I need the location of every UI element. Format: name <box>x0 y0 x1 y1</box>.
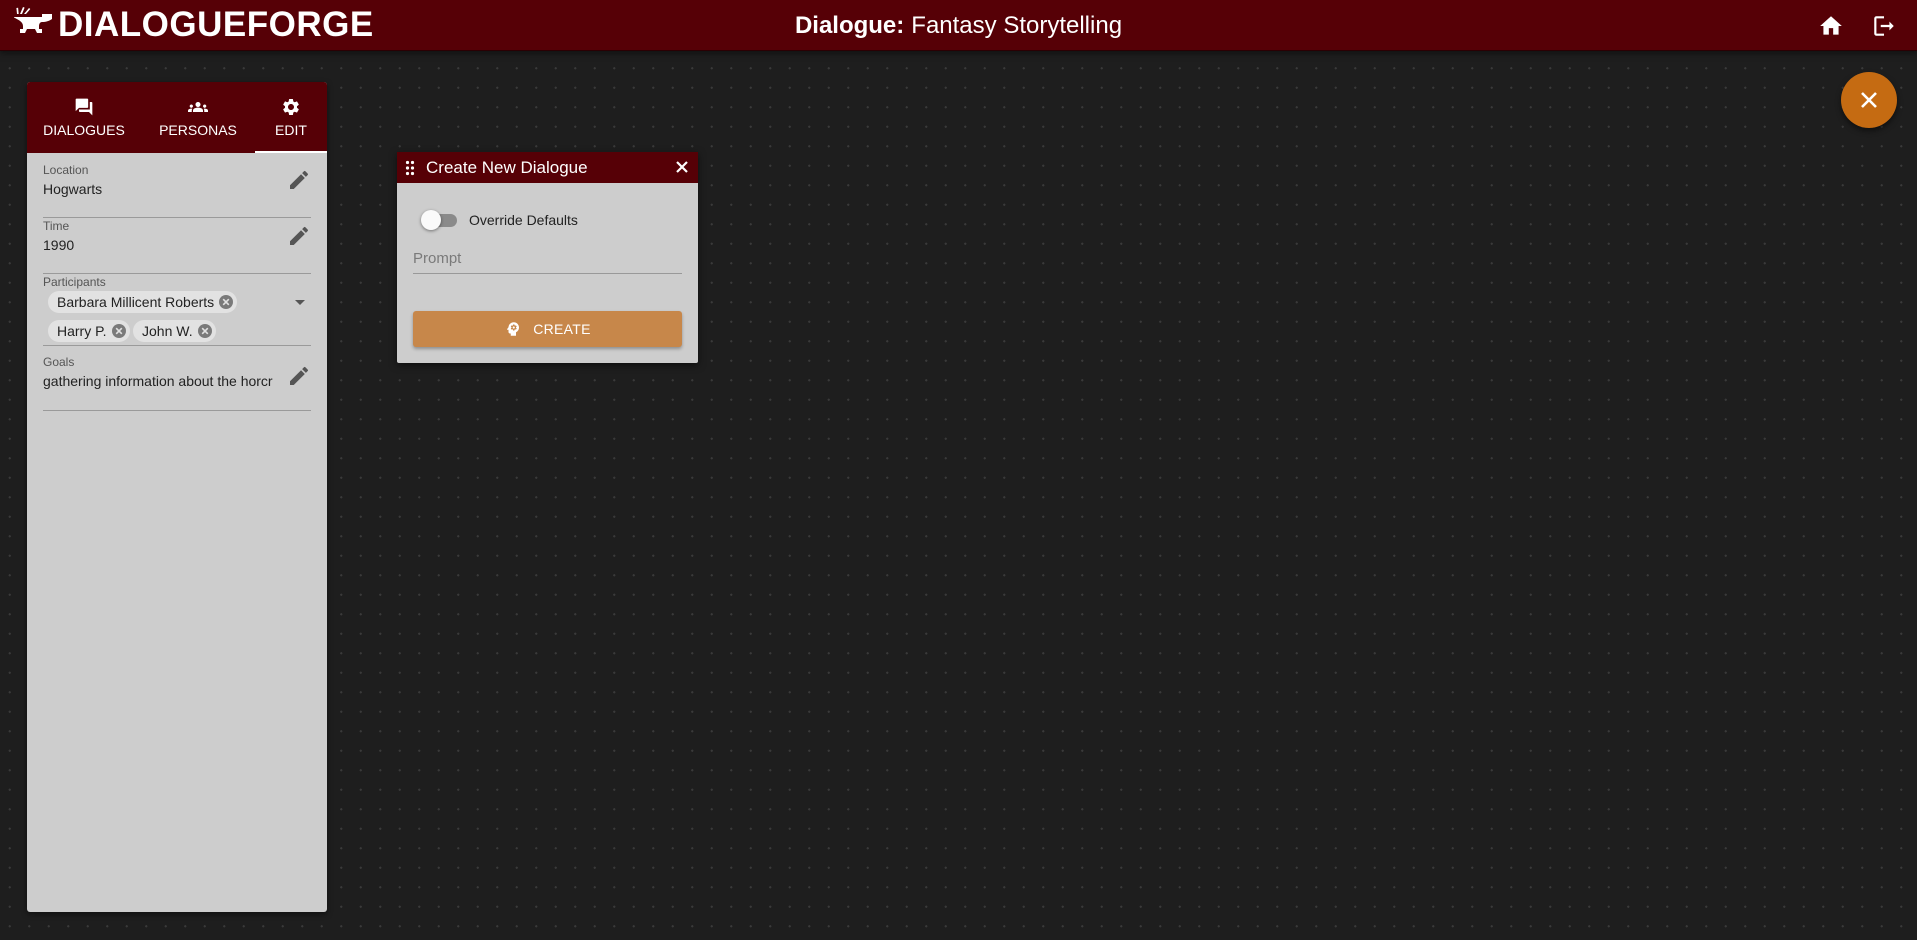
side-panel: DIALOGUES PERSONAS EDIT Location Hogwart… <box>27 82 327 912</box>
tab-dialogues-label: DIALOGUES <box>43 122 125 138</box>
chat-icon <box>75 98 93 116</box>
drag-handle-icon[interactable] <box>405 160 415 176</box>
people-icon <box>188 102 208 112</box>
chevron-down-icon[interactable] <box>293 296 307 310</box>
dialog-header[interactable]: Create New Dialogue <box>397 152 698 183</box>
override-defaults-toggle[interactable] <box>421 210 457 230</box>
gear-icon <box>283 99 299 115</box>
toggle-knob <box>421 210 441 230</box>
participants-label: Participants <box>43 275 106 289</box>
close-fab-button[interactable] <box>1841 72 1897 128</box>
override-defaults-label: Override Defaults <box>469 212 578 228</box>
edit-goals-icon[interactable] <box>287 364 311 388</box>
edit-time-icon[interactable] <box>287 224 311 248</box>
remove-chip-icon[interactable] <box>111 323 127 339</box>
participant-chip-label: Barbara Millicent Roberts <box>57 294 215 310</box>
participant-chip[interactable]: Harry P. <box>48 320 130 342</box>
participant-chip[interactable]: John W. <box>133 320 216 342</box>
goals-label: Goals <box>43 355 75 369</box>
edit-location-icon[interactable] <box>287 168 311 192</box>
location-field[interactable]: Location Hogwarts <box>43 162 311 218</box>
create-button[interactable]: CREATE <box>413 311 682 347</box>
page-title-prefix: Dialogue: <box>794 11 905 39</box>
dialog-title: Create New Dialogue <box>426 157 588 177</box>
time-value: 1990 <box>43 237 75 253</box>
tab-personas[interactable]: PERSONAS <box>141 82 255 153</box>
participant-chip-label: Harry P. <box>57 323 107 339</box>
participant-chip[interactable]: Barbara Millicent Roberts <box>48 291 238 313</box>
prompt-input[interactable] <box>413 244 682 274</box>
create-button-label: CREATE <box>533 321 591 337</box>
home-icon[interactable] <box>1818 13 1844 39</box>
participants-field[interactable]: Participants Barbara Millicent Roberts H… <box>43 274 311 346</box>
top-app-bar: DIALOGUEFORGE Dialogue: Fantasy Storytel… <box>0 0 1917 51</box>
panel-tabs: DIALOGUES PERSONAS EDIT <box>27 82 327 153</box>
logout-icon[interactable] <box>1871 13 1897 39</box>
location-label: Location <box>43 163 89 177</box>
time-field[interactable]: Time 1990 <box>43 218 311 274</box>
close-icon[interactable] <box>674 159 690 175</box>
tab-personas-label: PERSONAS <box>159 122 237 138</box>
page-title-name: Fantasy Storytelling <box>911 11 1123 39</box>
remove-chip-icon[interactable] <box>218 294 234 310</box>
time-label: Time <box>43 219 70 233</box>
tab-dialogues[interactable]: DIALOGUES <box>27 82 141 153</box>
tab-edit[interactable]: EDIT <box>255 82 327 153</box>
participant-chip-label: John W. <box>142 323 193 339</box>
brand[interactable]: DIALOGUEFORGE <box>13 0 374 51</box>
location-value: Hogwarts <box>43 181 103 197</box>
anvil-logo-icon <box>13 5 54 46</box>
remove-chip-icon[interactable] <box>197 323 213 339</box>
psychology-icon <box>507 322 520 336</box>
tab-edit-label: EDIT <box>275 122 307 138</box>
create-dialogue-dialog: Create New Dialogue Override Defaults CR… <box>397 152 698 363</box>
close-icon <box>1861 92 1877 108</box>
goals-value: gathering information about the horcr <box>43 373 273 389</box>
brand-name: DIALOGUEFORGE <box>58 5 374 44</box>
goals-field[interactable]: Goals gathering information about the ho… <box>43 354 311 411</box>
